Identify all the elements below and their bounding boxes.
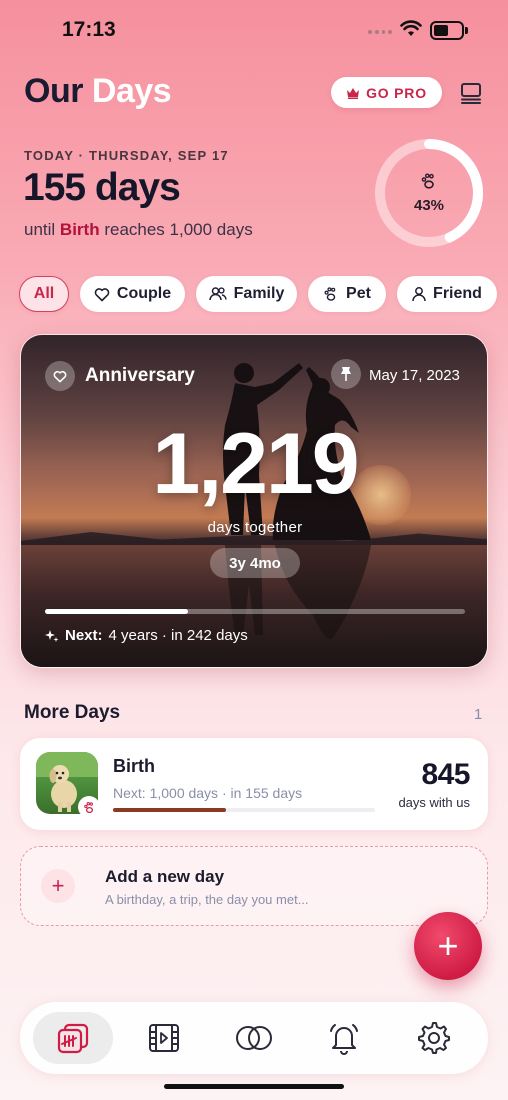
until-prefix: until — [24, 220, 56, 239]
progress-ring — [375, 139, 483, 247]
add-day-subtitle: A birthday, a trip, the day you met... — [105, 892, 309, 907]
day-card-birth[interactable]: Birth Next: 1,000 days · in 155 days 845… — [20, 738, 488, 830]
tab-notifications[interactable] — [304, 1012, 384, 1064]
paw-icon — [83, 801, 93, 813]
day-card-progress-track — [113, 808, 375, 812]
add-floating-button[interactable]: + — [414, 912, 482, 980]
signal-dots-icon — [368, 30, 392, 36]
hero-progress-fill — [45, 609, 188, 614]
day-card-progress-fill — [113, 808, 226, 812]
filter-chip-label: Friend — [433, 285, 482, 302]
hero-date: May 17, 2023 — [369, 367, 460, 384]
app-title: Our Days — [24, 72, 172, 111]
battery-icon — [430, 21, 464, 40]
filter-chip-family[interactable]: Family — [196, 276, 297, 312]
go-pro-label: GO PRO — [366, 84, 427, 101]
hero-subtitle: days together — [207, 519, 303, 536]
heart-icon — [53, 370, 67, 382]
filter-chip-label: Family — [233, 285, 285, 302]
day-card-next: Next: 1,000 days · in 155 days — [113, 785, 303, 801]
paw-icon — [421, 173, 434, 189]
gear-icon — [418, 1022, 450, 1054]
sparkle-icon — [45, 629, 59, 642]
paw-icon — [324, 287, 336, 301]
crown-icon — [347, 87, 360, 99]
wifi-icon — [400, 20, 422, 36]
film-icon — [149, 1024, 179, 1052]
filter-chip-friend[interactable]: Friend — [397, 276, 497, 312]
filter-chip-pet[interactable]: Pet — [308, 276, 386, 312]
pin-icon — [341, 367, 351, 381]
hero-next-milestone: Next: 4 years · in 242 days — [45, 627, 248, 644]
tab-video[interactable] — [124, 1012, 204, 1064]
battery-tip — [465, 27, 468, 34]
hero-day-count: 1,219 — [152, 416, 359, 512]
pin-button[interactable] — [331, 359, 361, 389]
hero-progress-track — [45, 609, 465, 614]
add-day-title: Add a new day — [105, 867, 225, 886]
anniversary-badge — [45, 361, 75, 391]
hero-category: Anniversary — [85, 365, 195, 386]
until-text: until Birth reaches 1,000 days — [24, 220, 253, 240]
hero-next-label: Next: — [65, 627, 103, 644]
pet-badge — [78, 796, 100, 818]
progress-percent: 43% — [413, 197, 445, 214]
layout-menu-icon[interactable] — [460, 82, 482, 104]
go-pro-button[interactable]: GO PRO — [331, 77, 442, 108]
hero-next-text: 4 years · in 242 days — [108, 627, 248, 644]
tab-couple[interactable] — [214, 1012, 294, 1064]
more-days-count: 1 — [474, 706, 483, 723]
today-label: TODAY · THURSDAY, SEP 17 — [24, 148, 229, 163]
tab-bar — [20, 1002, 488, 1074]
more-days-title: More Days — [24, 702, 121, 723]
until-suffix: reaches 1,000 days — [104, 220, 253, 239]
days-remaining: 155 days — [23, 166, 181, 209]
app-title-part2: Days — [91, 72, 172, 110]
rings-icon — [236, 1026, 272, 1050]
person-icon — [412, 287, 426, 302]
day-card-name: Birth — [113, 756, 155, 776]
plus-icon: + — [41, 869, 75, 903]
status-time: 17:13 — [62, 18, 116, 41]
calendar-tally-icon — [57, 1023, 89, 1054]
bell-icon — [330, 1024, 358, 1055]
until-name: Birth — [59, 220, 100, 239]
add-day-card[interactable]: + Add a new day A birthday, a trip, the … — [20, 846, 488, 926]
filter-chip-label: Couple — [116, 285, 172, 302]
day-card-number: 845 — [421, 758, 470, 791]
anniversary-card[interactable]: Anniversary May 17, 2023 1,219 days toge… — [20, 334, 488, 668]
heart-icon — [94, 287, 110, 301]
people-icon — [208, 287, 227, 301]
filter-chip-label: Pet — [346, 285, 371, 302]
tab-settings[interactable] — [394, 1012, 474, 1064]
app-title-part1: Our — [24, 72, 83, 110]
day-card-number-label: days with us — [398, 795, 470, 810]
filter-chip-all[interactable]: All — [19, 276, 69, 312]
hero-duration-pill: 3y 4mo — [210, 548, 300, 578]
filter-chip-couple[interactable]: Couple — [80, 276, 185, 312]
filter-chip-label: All — [33, 285, 55, 302]
home-indicator — [164, 1084, 344, 1089]
tab-days[interactable] — [33, 1012, 113, 1064]
